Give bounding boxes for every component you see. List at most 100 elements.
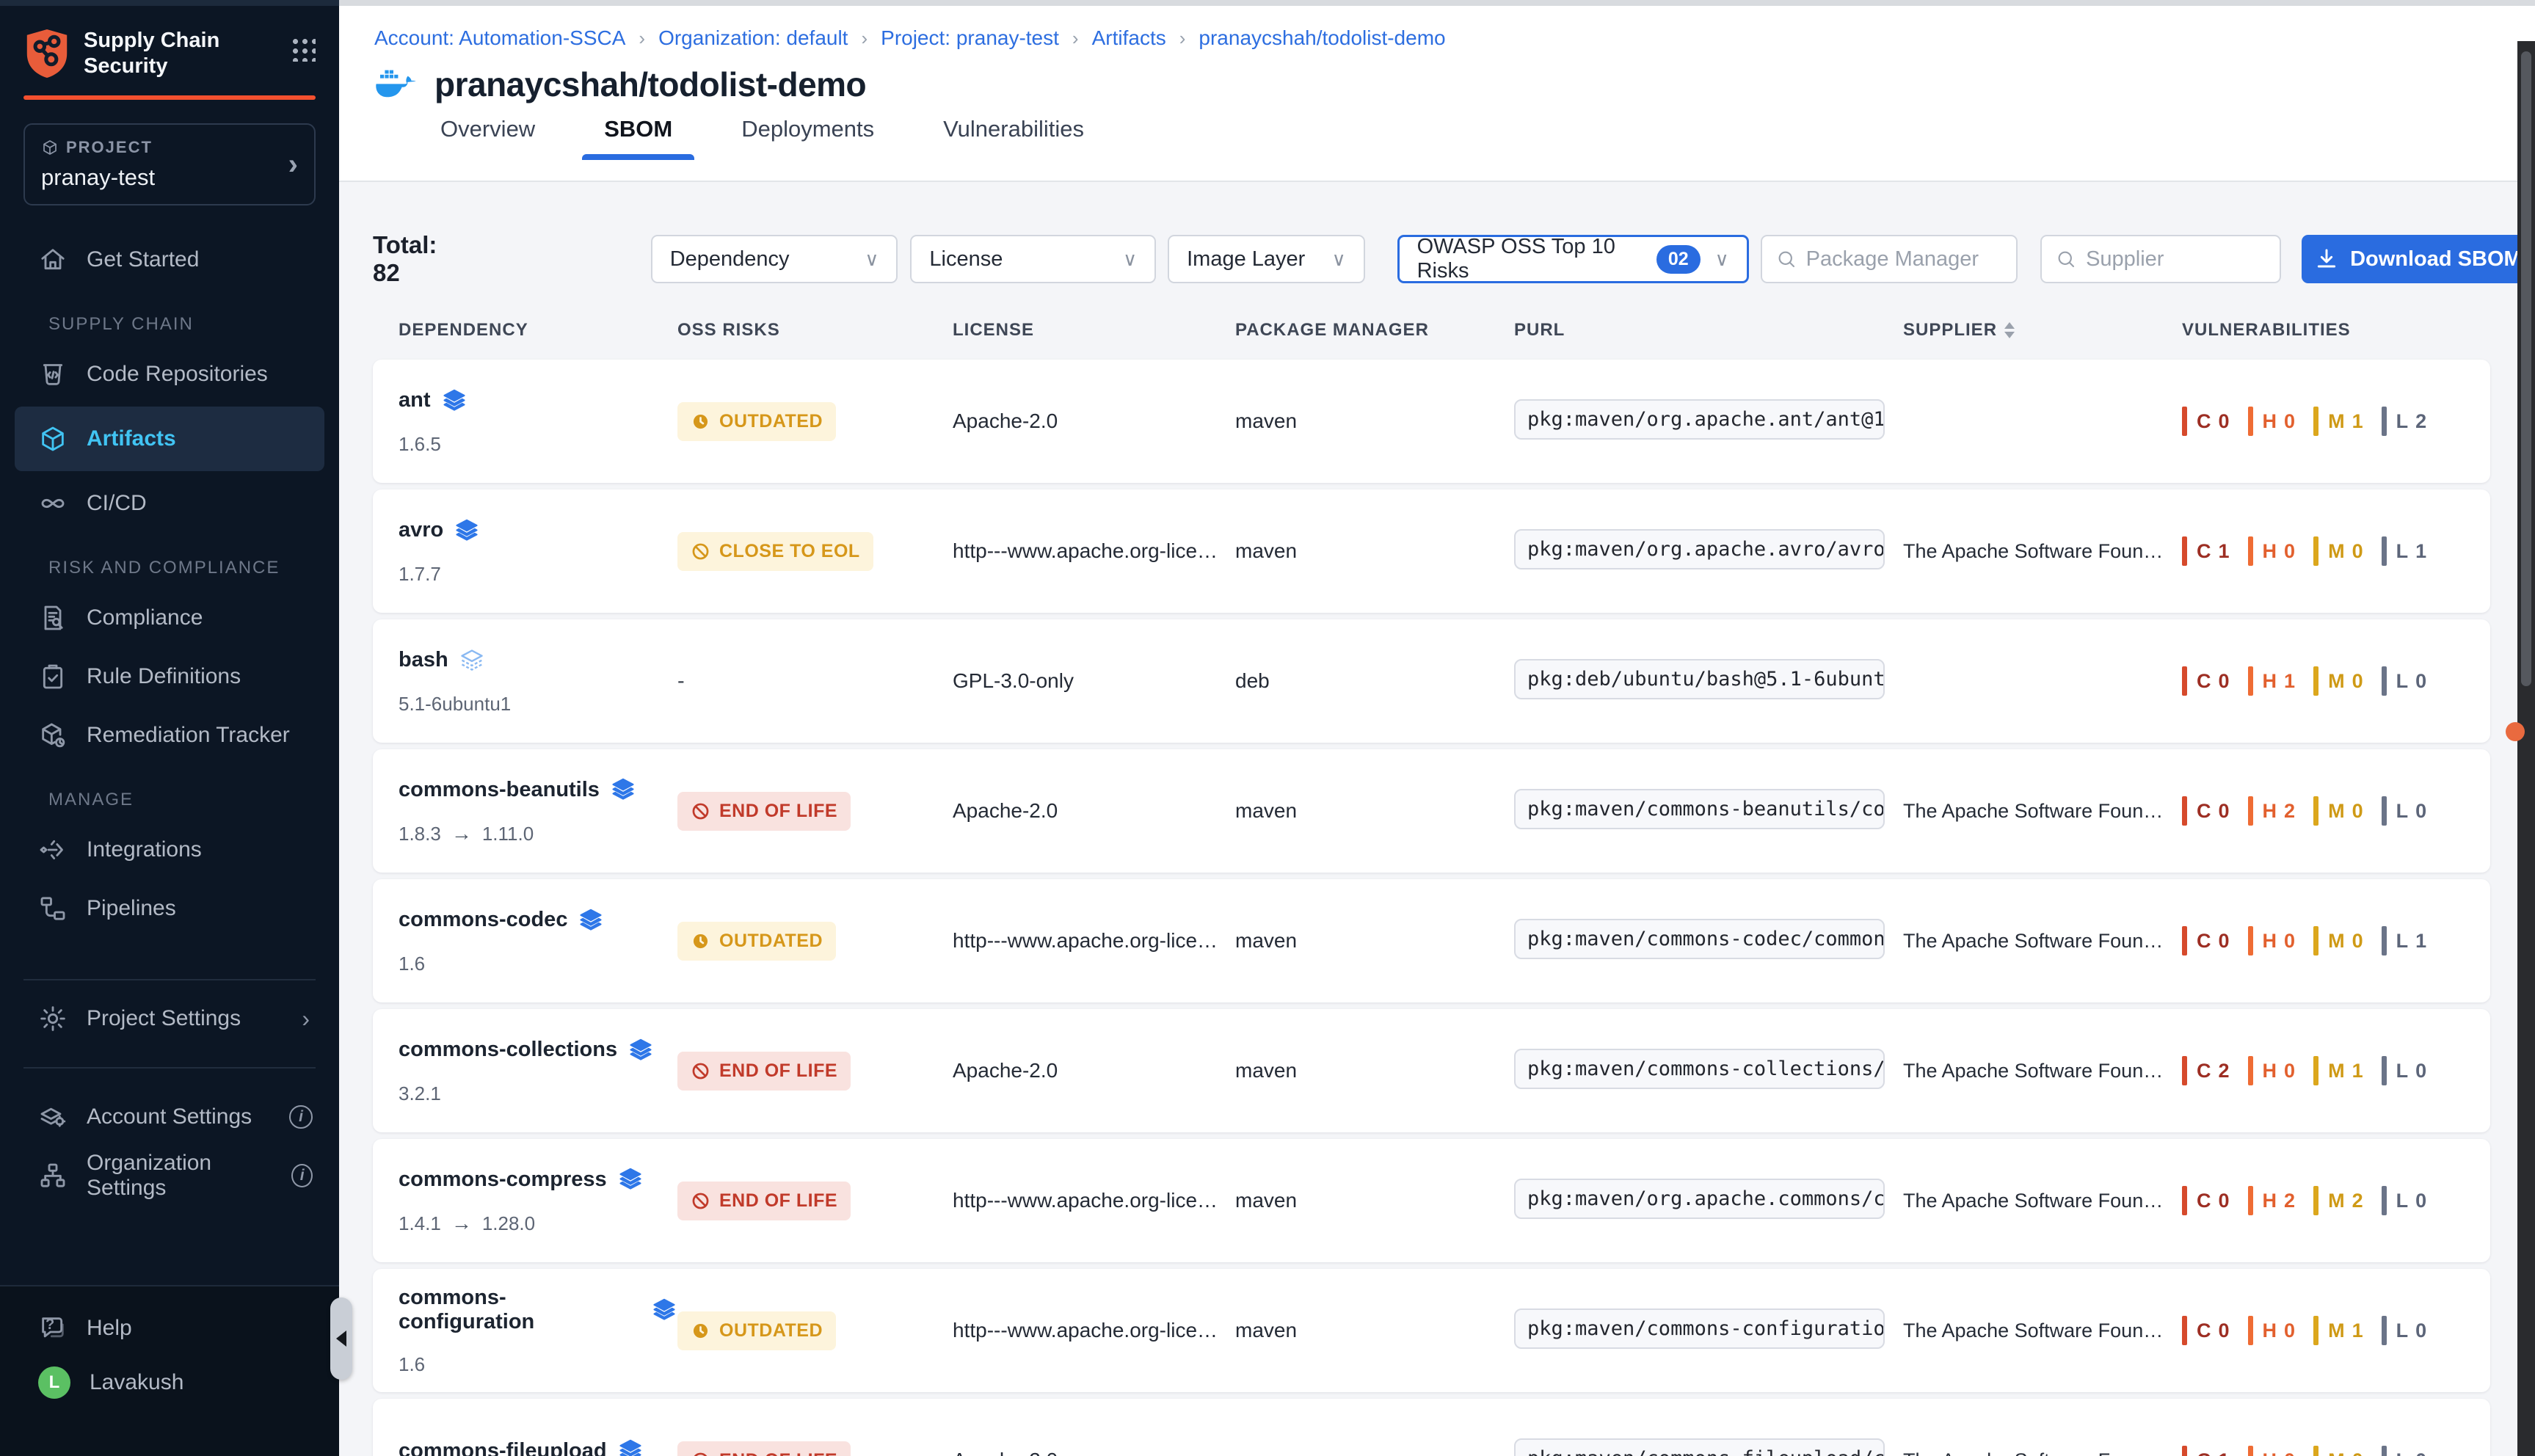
severity-bar bbox=[2182, 666, 2187, 696]
license-cell: Apache-2.0 bbox=[953, 410, 1235, 433]
sidebar-item-help[interactable]: ? Help bbox=[0, 1303, 339, 1354]
filter-dependency[interactable]: Dependency ∨ bbox=[651, 235, 898, 283]
breadcrumb-separator: › bbox=[861, 27, 868, 50]
table-row[interactable]: commons-fileupload END OF LIFE Apache-2.… bbox=[373, 1399, 2490, 1456]
purl-chip[interactable]: pkg:maven/org.apache.avro/avro@1… bbox=[1514, 529, 1885, 569]
purl-chip[interactable]: pkg:maven/commons-fileupload/com… bbox=[1514, 1438, 1885, 1456]
sidebar-item-organization-settings[interactable]: Organization Settingsi bbox=[0, 1146, 339, 1205]
sidebar-item-remediation-tracker[interactable]: Remediation Tracker bbox=[0, 706, 339, 765]
tab-deployments[interactable]: Deployments bbox=[719, 106, 896, 159]
table-row[interactable]: ant 1.6.5 OUTDATED Apache-2.0 maven pkg:… bbox=[373, 360, 2490, 483]
breadcrumb-link[interactable]: pranaycshah/todolist-demo bbox=[1199, 26, 1445, 50]
vuln-severity-l: L1 bbox=[2382, 536, 2428, 566]
breadcrumb-link[interactable]: Organization: default bbox=[658, 26, 848, 50]
filter-owasp-top10[interactable]: OWASP OSS Top 10 Risks 02 ∨ bbox=[1397, 235, 1749, 283]
download-sbom-button[interactable]: Download SBOM bbox=[2302, 235, 2535, 283]
purl-chip[interactable]: pkg:maven/commons-beanutils/comm… bbox=[1514, 789, 1885, 829]
column-header-vulnerabilities[interactable]: VULNERABILITIES bbox=[2182, 320, 2490, 341]
breadcrumb-link[interactable]: Artifacts bbox=[1092, 26, 1166, 50]
table-row[interactable]: commons-configuration 1.6 OUTDATED http-… bbox=[373, 1269, 2490, 1392]
sidebar-item-rule-definitions[interactable]: Rule Definitions bbox=[0, 647, 339, 706]
sidebar-item-user[interactable]: L Lavakush bbox=[0, 1354, 339, 1411]
vuln-severity-c: C1 bbox=[2182, 536, 2230, 566]
column-header-purl[interactable]: PURL bbox=[1514, 320, 1903, 341]
vuln-severity-c: C0 bbox=[2182, 666, 2230, 696]
org-gear-icon bbox=[38, 1161, 68, 1190]
severity-bar bbox=[2313, 666, 2318, 696]
sidebar-item-ci-cd[interactable]: CI/CD bbox=[0, 474, 339, 533]
table-row[interactable]: commons-codec 1.6 OUTDATED http---www.ap… bbox=[373, 879, 2490, 1002]
severity-bar bbox=[2248, 1186, 2253, 1215]
nav-section-label: MANAGE bbox=[0, 765, 339, 820]
layers-outline-icon bbox=[459, 647, 485, 674]
supplier-search-input[interactable] bbox=[2086, 247, 2266, 272]
pipelines-icon bbox=[38, 894, 68, 923]
column-header-oss-risks[interactable]: OSS RISKS bbox=[677, 320, 953, 341]
package-manager-cell: maven bbox=[1235, 929, 1514, 953]
project-selector[interactable]: PROJECT pranay-test › bbox=[23, 123, 316, 205]
info-icon: i bbox=[289, 1105, 313, 1129]
severity-bar bbox=[2382, 1446, 2387, 1456]
breadcrumb: Account: Automation-SSCA › Organization: d… bbox=[339, 6, 2535, 50]
dependency-name: commons-configuration bbox=[399, 1286, 641, 1334]
column-header-package-manager[interactable]: PACKAGE MANAGER bbox=[1235, 320, 1514, 341]
column-header-dependency[interactable]: DEPENDENCY bbox=[399, 320, 677, 341]
sidebar-item-code-repositories[interactable]: Code Repositories bbox=[0, 345, 339, 404]
column-header-license[interactable]: LICENSE bbox=[953, 320, 1235, 341]
app-switcher-grid-icon[interactable] bbox=[291, 37, 316, 62]
purl-chip[interactable]: pkg:maven/org.apache.commons/com… bbox=[1514, 1179, 1885, 1219]
severity-bar bbox=[2248, 407, 2253, 436]
column-header-supplier[interactable]: SUPPLIER bbox=[1903, 320, 2182, 341]
vulnerabilities-cell: C0H2M2L0 bbox=[2182, 1186, 2490, 1215]
vuln-severity-l: L0 bbox=[2382, 1446, 2428, 1456]
dependency-version: 1.4.1→1.28.0 bbox=[399, 1212, 677, 1235]
table-row[interactable]: commons-collections 3.2.1 END OF LIFE Ap… bbox=[373, 1009, 2490, 1132]
layers-icon bbox=[628, 1037, 654, 1063]
tab-overview[interactable]: Overview bbox=[418, 106, 557, 159]
vuln-severity-h: H0 bbox=[2248, 1446, 2296, 1456]
filter-image-layer[interactable]: Image Layer ∨ bbox=[1168, 235, 1364, 283]
package-manager-search-input[interactable] bbox=[1806, 247, 2003, 272]
breadcrumb-link[interactable]: Project: pranay-test bbox=[881, 26, 1059, 50]
purl-chip[interactable]: pkg:maven/org.apache.ant/ant@1.6… bbox=[1514, 399, 1885, 440]
vuln-severity-c: C0 bbox=[2182, 926, 2230, 956]
sidebar-item-artifacts[interactable]: Artifacts bbox=[15, 407, 324, 471]
sidebar-item-project-settings[interactable]: Project Settings› bbox=[0, 989, 339, 1048]
total-count: Total: 82 bbox=[373, 231, 470, 287]
purl-chip[interactable]: pkg:maven/commons-codec/commons-… bbox=[1514, 919, 1885, 959]
table-row[interactable]: avro 1.7.7 CLOSE TO EOL http---www.apach… bbox=[373, 489, 2490, 613]
dependency-name: commons-codec bbox=[399, 908, 567, 932]
purl-chip[interactable]: pkg:maven/commons-configuration/… bbox=[1514, 1308, 1885, 1349]
severity-bar bbox=[2313, 1056, 2318, 1085]
risk-badge: END OF LIFE bbox=[677, 1052, 851, 1091]
table-row[interactable]: commons-beanutils 1.8.3→1.11.0 END OF LI… bbox=[373, 749, 2490, 873]
severity-bar bbox=[2382, 926, 2387, 956]
sidebar-item-compliance[interactable]: Compliance bbox=[0, 589, 339, 647]
dependency-version: 5.1-6ubuntu1 bbox=[399, 693, 677, 716]
sidebar-item-get-started[interactable]: Get Started bbox=[0, 230, 339, 289]
sidebar-divider bbox=[23, 1067, 316, 1069]
risk-badge: OUTDATED bbox=[677, 402, 836, 441]
sidebar-item-integrations[interactable]: Integrations bbox=[0, 820, 339, 879]
scrollbar-thumb[interactable] bbox=[2521, 51, 2531, 686]
risk-badge: END OF LIFE bbox=[677, 1441, 851, 1456]
risk-none: - bbox=[677, 669, 685, 693]
vuln-severity-l: L0 bbox=[2382, 1056, 2428, 1085]
breadcrumb-link[interactable]: Account: Automation-SSCA bbox=[374, 26, 625, 50]
table-row[interactable]: commons-compress 1.4.1→1.28.0 END OF LIF… bbox=[373, 1139, 2490, 1262]
filter-license[interactable]: License ∨ bbox=[910, 235, 1156, 283]
oss-risk-cell: OUTDATED bbox=[677, 402, 953, 441]
sidebar-item-pipelines[interactable]: Pipelines bbox=[0, 879, 339, 938]
slash-circle-icon bbox=[691, 1191, 710, 1211]
user-avatar: L bbox=[38, 1366, 70, 1399]
purl-chip[interactable]: pkg:deb/ubuntu/bash@5.1-6ubuntu1 bbox=[1514, 659, 1885, 699]
supplier-cell: The Apache Software Foun… bbox=[1903, 1449, 2182, 1456]
tab-sbom[interactable]: SBOM bbox=[582, 106, 694, 159]
tab-vulnerabilities[interactable]: Vulnerabilities bbox=[921, 106, 1106, 159]
vertical-scrollbar[interactable] bbox=[2517, 41, 2535, 1456]
table-row[interactable]: bash 5.1-6ubuntu1 - GPL-3.0-only deb pkg… bbox=[373, 619, 2490, 743]
purl-chip[interactable]: pkg:maven/commons-collections/co… bbox=[1514, 1049, 1885, 1089]
sidebar-collapse-handle[interactable] bbox=[330, 1297, 352, 1380]
sidebar-item-account-settings[interactable]: Account Settingsi bbox=[0, 1088, 339, 1146]
toolbar: Total: 82 Dependency ∨ License ∨ Image L… bbox=[373, 235, 2535, 283]
